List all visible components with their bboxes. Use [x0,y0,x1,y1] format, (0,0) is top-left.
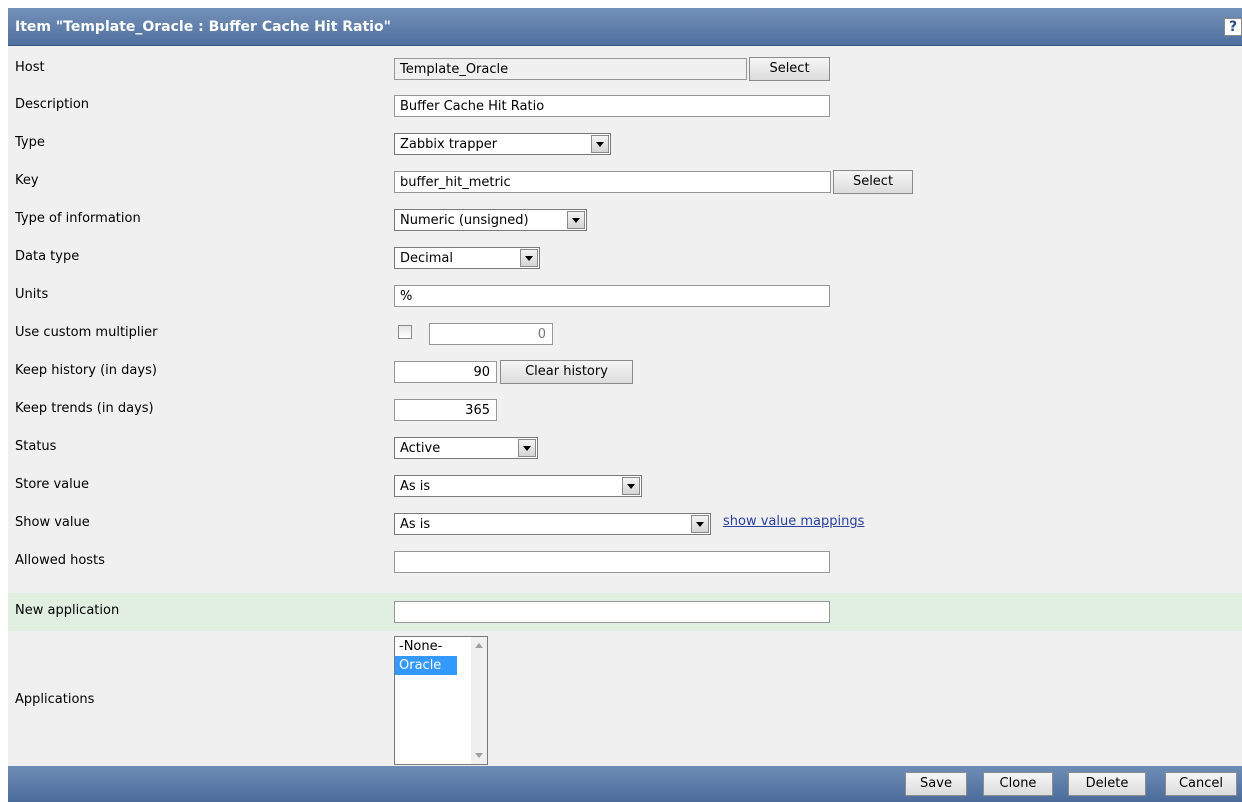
description-row: Description Buffer Cache Hit Ratio [8,84,1242,122]
show-value-value: As is [400,517,431,532]
allowed-hosts-row: Allowed hosts [8,540,1242,578]
store-value-row: Store value As is [8,464,1242,502]
status-label: Status [15,439,57,454]
listbox-option-none[interactable]: -None- [395,637,457,656]
custom-multiplier-label: Use custom multiplier [15,325,158,340]
units-input[interactable]: % [394,285,830,307]
applications-listbox[interactable]: -None- Oracle [394,636,488,765]
key-label: Key [15,173,39,188]
store-value-select[interactable]: As is [394,475,642,497]
keep-trends-label: Keep trends (in days) [15,401,154,416]
delete-button[interactable]: Delete [1068,772,1146,796]
units-row: Units % [8,274,1242,312]
scroll-down-icon[interactable] [475,753,483,758]
allowed-hosts-input[interactable] [394,551,830,573]
new-application-label: New application [15,603,120,618]
data-type-label: Data type [15,249,80,264]
form-footer: Save Clone Delete Cancel [8,766,1242,802]
data-type-select[interactable]: Decimal [394,247,540,269]
chevron-down-icon [691,515,709,533]
new-application-row: New application [8,593,1242,631]
type-label: Type [15,135,45,150]
help-icon[interactable]: ? [1224,18,1242,36]
keep-history-label: Keep history (in days) [15,363,157,378]
description-input[interactable]: Buffer Cache Hit Ratio [394,95,830,117]
chevron-down-icon [591,135,609,153]
cancel-button[interactable]: Cancel [1165,772,1237,796]
show-value-select[interactable]: As is [394,513,711,535]
type-of-information-select[interactable]: Numeric (unsigned) [394,209,587,231]
type-of-information-row: Type of information Numeric (unsigned) [8,198,1242,236]
chevron-down-icon [518,439,536,457]
keep-trends-input[interactable]: 365 [394,399,497,421]
custom-multiplier-row: Use custom multiplier 0 [8,312,1242,350]
listbox-option-oracle[interactable]: Oracle [395,656,457,675]
data-type-row: Data type Decimal [8,236,1242,274]
save-button[interactable]: Save [905,772,967,796]
type-of-information-value: Numeric (unsigned) [400,213,529,228]
custom-multiplier-input[interactable]: 0 [429,323,553,345]
chevron-down-icon [520,249,538,267]
units-label: Units [15,287,49,302]
type-select-value: Zabbix trapper [400,137,498,152]
show-value-row: Show value As is show value mappings [8,502,1242,540]
status-row: Status Active [8,426,1242,464]
chevron-down-icon [567,211,585,229]
clone-button[interactable]: Clone [983,772,1053,796]
type-row: Type Zabbix trapper [8,122,1242,160]
store-value-label: Store value [15,477,90,492]
host-label: Host [15,60,45,75]
show-value-label: Show value [15,515,90,530]
key-row: Key buffer_hit_metric Select [8,160,1242,198]
key-select-button[interactable]: Select [833,170,913,194]
new-application-input[interactable] [394,601,830,623]
scroll-up-icon[interactable] [475,643,483,648]
keep-history-input[interactable]: 90 [394,361,497,383]
type-select[interactable]: Zabbix trapper [394,133,611,155]
host-field[interactable]: Template_Oracle [394,58,747,80]
key-input[interactable]: buffer_hit_metric [394,171,831,193]
host-row: Host Template_Oracle Select [8,46,1242,84]
description-label: Description [15,97,90,112]
keep-history-row: Keep history (in days) 90 Clear history [8,350,1242,388]
host-select-button[interactable]: Select [749,57,830,81]
applications-label: Applications [15,692,95,707]
type-of-information-label: Type of information [15,211,141,226]
custom-multiplier-checkbox[interactable] [398,325,412,339]
form-title: Item "Template_Oracle : Buffer Cache Hit… [15,19,391,35]
store-value-value: As is [400,479,431,494]
data-type-value: Decimal [400,251,454,266]
status-value: Active [400,441,441,456]
listbox-scrollbar[interactable] [471,637,487,764]
chevron-down-icon [622,477,640,495]
keep-trends-row: Keep trends (in days) 365 [8,388,1242,426]
clear-history-button[interactable]: Clear history [500,360,633,384]
form-header: Item "Template_Oracle : Buffer Cache Hit… [8,8,1242,46]
item-form: Item "Template_Oracle : Buffer Cache Hit… [8,8,1242,802]
show-value-mappings-link[interactable]: show value mappings [723,514,864,529]
allowed-hosts-label: Allowed hosts [15,553,105,568]
status-select[interactable]: Active [394,437,538,459]
